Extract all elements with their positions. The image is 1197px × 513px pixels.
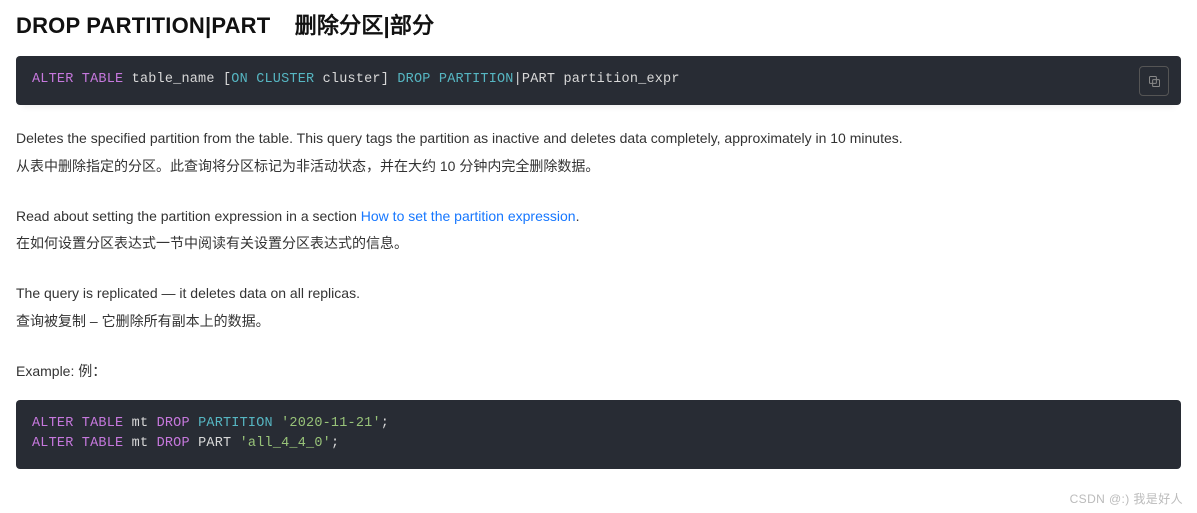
replicated-para-chinese: 查询被复制 – 它删除所有副本上的数据。 bbox=[16, 310, 1181, 334]
heading-english: DROP PARTITION|PART bbox=[16, 13, 270, 38]
code-token: ; bbox=[381, 416, 389, 431]
expression-para-english: Read about setting the partition express… bbox=[16, 205, 1181, 229]
example-label: Example: 例： bbox=[16, 360, 1181, 384]
partition-expression-link[interactable]: How to set the partition expression bbox=[361, 208, 576, 224]
code-token: cluster bbox=[323, 72, 381, 87]
code-token: PART bbox=[198, 436, 231, 451]
code-token: ALTER TABLE bbox=[32, 72, 123, 87]
code-token: mt bbox=[132, 416, 149, 431]
code-token: CLUSTER bbox=[256, 72, 314, 87]
code-token: ; bbox=[331, 436, 339, 451]
code-token: partition_expr bbox=[563, 72, 679, 87]
expression-text-pre: Read about setting the partition express… bbox=[16, 208, 361, 224]
copy-icon bbox=[1147, 74, 1162, 89]
code-token: DROP bbox=[157, 436, 190, 451]
heading-chinese: 删除分区|部分 bbox=[295, 13, 435, 38]
section-heading: DROP PARTITION|PART 删除分区|部分 bbox=[16, 8, 1181, 40]
code-token: '2020-11-21' bbox=[281, 416, 381, 431]
replicated-para-english: The query is replicated — it deletes dat… bbox=[16, 282, 1181, 306]
code-token: PARTITION bbox=[439, 72, 514, 87]
code-token: |PART bbox=[514, 72, 556, 87]
code-token: 'all_4_4_0' bbox=[240, 436, 331, 451]
watermark: CSDN @:) 我是好人 bbox=[1070, 490, 1183, 507]
expression-para-chinese: 在如何设置分区表达式一节中阅读有关设置分区表达式的信息。 bbox=[16, 232, 1181, 256]
code-token: mt bbox=[132, 436, 149, 451]
expression-text-post: . bbox=[576, 208, 580, 224]
code-token: ON bbox=[231, 72, 248, 87]
description-chinese: 从表中删除指定的分区。此查询将分区标记为非活动状态，并在大约 10 分钟内完全删… bbox=[16, 155, 1181, 179]
description-english: Deletes the specified partition from the… bbox=[16, 127, 1181, 151]
code-token: ] bbox=[381, 72, 389, 87]
code-token: ALTER TABLE bbox=[32, 436, 123, 451]
example-code-block: ALTER TABLE mt DROP PARTITION '2020-11-2… bbox=[16, 400, 1181, 470]
code-token: DROP bbox=[397, 72, 430, 87]
code-token: DROP bbox=[157, 416, 190, 431]
syntax-code-block: ALTER TABLE table_name [ON CLUSTER clust… bbox=[16, 56, 1181, 105]
code-token: PARTITION bbox=[198, 416, 273, 431]
code-token: ALTER TABLE bbox=[32, 416, 123, 431]
code-token: table_name bbox=[132, 72, 215, 87]
copy-button[interactable] bbox=[1139, 66, 1169, 96]
